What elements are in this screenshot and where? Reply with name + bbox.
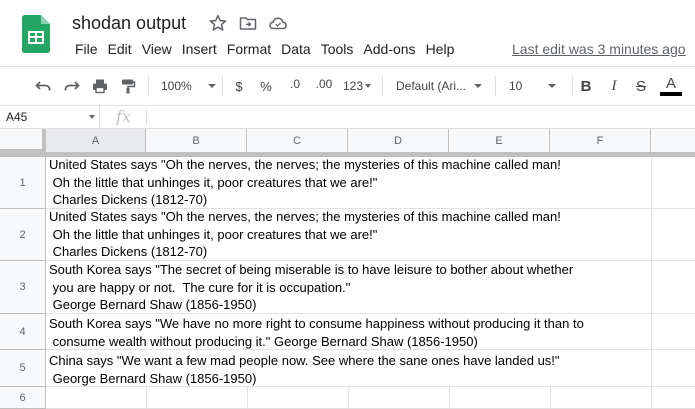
zoom-dropdown-icon	[207, 84, 216, 88]
last-edit-link[interactable]: Last edit was 3 minutes ago	[512, 40, 686, 58]
cloud-status-icon[interactable]	[268, 13, 288, 33]
move-folder-icon[interactable]	[238, 13, 258, 33]
paint-format-icon[interactable]	[117, 75, 139, 97]
document-title[interactable]: shodan output	[72, 13, 186, 34]
text-color-label: A	[665, 75, 676, 92]
font-size-select[interactable]: 10	[503, 75, 567, 97]
menu-format[interactable]: Format	[222, 40, 276, 58]
row-header-1[interactable]: 1	[0, 157, 46, 209]
font-family-select[interactable]: Default (Ari...	[392, 75, 488, 97]
print-icon[interactable]	[89, 75, 111, 97]
menu-file[interactable]: File	[70, 40, 103, 58]
cell-a1[interactable]: United States says "Oh the nerves, the n…	[49, 156, 561, 209]
menu-bar: File Edit View Insert Format Data Tools …	[70, 40, 459, 58]
zoom-select[interactable]: 100%	[155, 75, 216, 97]
increase-decimal-label: .00	[315, 77, 333, 91]
text-color-swatch	[660, 92, 682, 96]
redo-icon[interactable]	[61, 75, 83, 97]
menu-tools[interactable]: Tools	[316, 40, 359, 58]
toolbar: 100% $ % .0 .00 123 Default (Ari... 10 B…	[0, 66, 695, 106]
decrease-decimal-button[interactable]: .0	[283, 75, 307, 97]
row-header-3[interactable]: 3	[0, 261, 46, 314]
row-header-4[interactable]: 4	[0, 314, 46, 350]
font-family-value: Default (Ari...	[396, 79, 467, 93]
column-header-b[interactable]: B	[146, 129, 247, 153]
strikethrough-button[interactable]: S	[633, 75, 649, 97]
sheets-logo-icon[interactable]	[22, 15, 50, 53]
font-size-value: 10	[509, 79, 523, 93]
menu-add-ons[interactable]: Add-ons	[358, 40, 420, 58]
bold-button[interactable]: B	[578, 75, 594, 97]
star-icon[interactable]	[208, 13, 228, 33]
row-header-6[interactable]: 6	[0, 387, 46, 409]
menu-edit[interactable]: Edit	[103, 40, 137, 58]
font-family-dropdown-icon	[474, 84, 483, 88]
column-header-d[interactable]: D	[348, 129, 449, 153]
cell-a5[interactable]: China says "We want a few mad people now…	[49, 352, 560, 387]
column-header-c[interactable]: C	[247, 129, 348, 153]
name-box-value: A45	[6, 110, 28, 124]
formula-input[interactable]	[152, 106, 692, 128]
more-formats-button[interactable]: 123	[340, 75, 374, 97]
formula-bar: A45 fx	[0, 106, 695, 129]
percent-format-button[interactable]: %	[257, 75, 275, 97]
more-formats-label: 123	[342, 79, 364, 93]
italic-button[interactable]: I	[606, 75, 622, 97]
fx-icon: fx	[116, 107, 131, 126]
spreadsheet-grid: A B C D E F 1 2 3 4 5 6 United States sa…	[0, 129, 695, 409]
cell-a4[interactable]: South Korea says "We have no more right …	[49, 315, 584, 350]
menu-view[interactable]: View	[137, 40, 177, 58]
undo-icon[interactable]	[32, 75, 54, 97]
column-header-f[interactable]: F	[550, 129, 651, 153]
menu-help[interactable]: Help	[421, 40, 460, 58]
text-color-button[interactable]: A	[660, 75, 682, 97]
column-header-a[interactable]: A	[46, 129, 146, 153]
increase-decimal-button[interactable]: .00	[311, 75, 337, 97]
decrease-decimal-label: .0	[289, 77, 300, 91]
cell-a2[interactable]: United States says "Oh the nerves, the n…	[49, 208, 561, 261]
menu-data[interactable]: Data	[276, 40, 316, 58]
app-header: shodan output File Edit View Insert Form…	[0, 0, 695, 66]
currency-format-button[interactable]: $	[230, 75, 248, 97]
menu-insert[interactable]: Insert	[177, 40, 222, 58]
column-header-e[interactable]: E	[449, 129, 550, 153]
zoom-value: 100%	[161, 79, 192, 93]
row-header-5[interactable]: 5	[0, 350, 46, 387]
font-size-dropdown-icon	[548, 84, 557, 88]
select-all-corner[interactable]	[0, 129, 46, 153]
cell-a3[interactable]: South Korea says "The secret of being mi…	[49, 261, 573, 314]
name-box[interactable]: A45	[0, 106, 100, 128]
name-box-dropdown-icon	[89, 115, 95, 119]
more-formats-dropdown-icon	[365, 84, 372, 88]
column-header-overflow	[651, 129, 695, 153]
row-header-2[interactable]: 2	[0, 209, 46, 261]
